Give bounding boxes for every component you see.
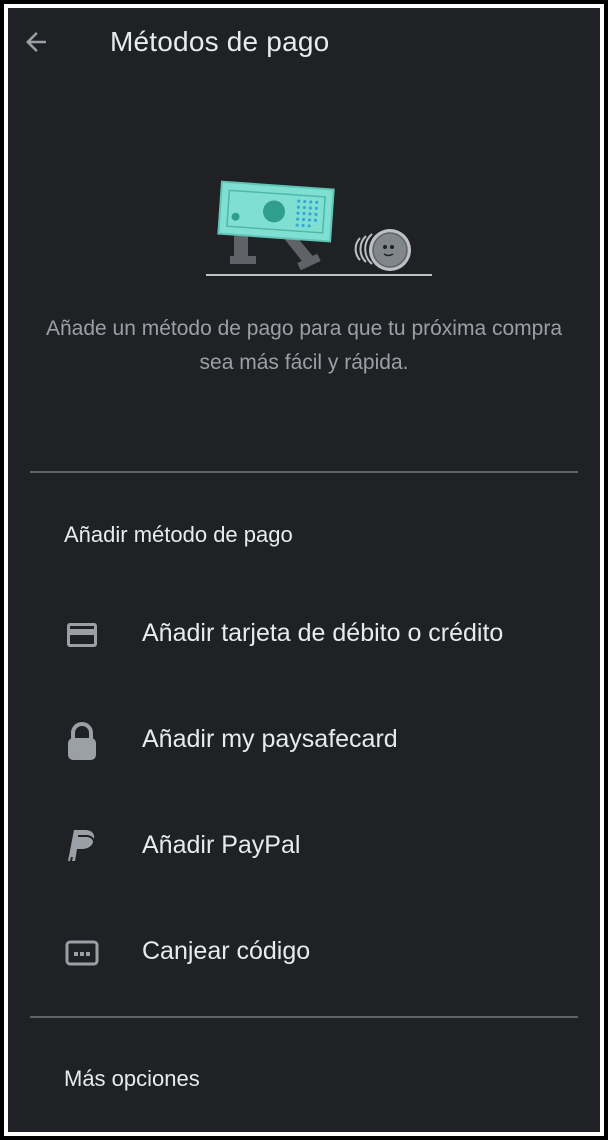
option-label: Añadir my paysafecard (142, 725, 398, 753)
add-paysafecard-option[interactable]: Añadir my paysafecard (8, 697, 600, 783)
add-paypal-option[interactable]: Añadir PayPal (8, 803, 600, 889)
redeem-code-icon (62, 933, 102, 973)
paypal-icon (62, 827, 102, 867)
option-label: Canjear código (142, 937, 311, 965)
running-money-illustration (198, 176, 438, 280)
empty-state-description: Añade un método de pago para que tu próx… (45, 317, 562, 374)
app-screen: Métodos de pago Añade un método de pago … (8, 8, 600, 1132)
device-frame: Métodos de pago Añade un método de pago … (0, 0, 608, 1140)
option-label: Añadir PayPal (142, 831, 301, 859)
divider (30, 471, 578, 473)
add-card-option[interactable]: Añadir tarjeta de débito o crédito (8, 591, 600, 677)
redeem-code-option[interactable]: Canjear código (8, 909, 600, 995)
back-button[interactable] (16, 22, 56, 62)
arrow-back-icon (26, 32, 46, 52)
page-title: Métodos de pago (110, 26, 330, 57)
section-title-add-payment: Añadir método de pago (64, 522, 293, 547)
option-label: Añadir tarjeta de débito o crédito (142, 619, 504, 647)
more-options-link[interactable]: Más opciones (64, 1066, 200, 1092)
lock-icon (62, 721, 102, 761)
divider (30, 1016, 578, 1018)
credit-card-icon (62, 615, 102, 655)
top-app-bar: Métodos de pago (8, 8, 600, 80)
